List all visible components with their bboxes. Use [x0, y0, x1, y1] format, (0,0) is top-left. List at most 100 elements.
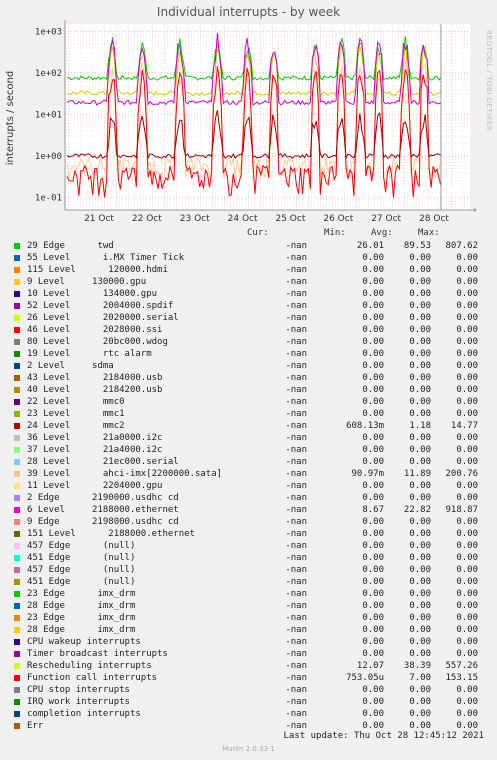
x-tick-label: 22 Oct	[132, 214, 162, 224]
legend-swatch	[14, 531, 20, 537]
legend-rows: 29 Edge twd -nan 26.01 89.53 807.62 55 Level …	[14, 240, 484, 732]
legend-max-value: 0.00	[456, 385, 478, 395]
legend-max-value: 0.00	[456, 313, 478, 323]
legend-row: 28 Edge imx_drm -nan 0.00 0.00 0.00	[14, 624, 484, 636]
legend-swatch	[14, 723, 20, 729]
legend-label: 46 Level 2028000.ssi	[27, 325, 163, 335]
legend-max-value: 0.00	[456, 265, 478, 275]
legend-swatch	[14, 483, 20, 489]
x-axis-arrow	[474, 208, 477, 212]
legend-max-value: 0.00	[456, 517, 478, 527]
legend-swatch	[14, 663, 20, 669]
legend-cur-value: -nan	[285, 349, 307, 359]
legend-cur-value: -nan	[285, 265, 307, 275]
legend-swatch	[14, 687, 20, 693]
legend-label: 2 Level sdma	[27, 361, 114, 371]
legend-max-value: 0.00	[456, 361, 478, 371]
legend-cur-value: -nan	[285, 613, 307, 623]
legend-row: 151 Level 2188000.ethernet -nan 0.00 0.00 0.…	[14, 528, 484, 540]
legend-cur-value: -nan	[285, 601, 307, 611]
legend-cur-value: -nan	[285, 325, 307, 335]
legend-max-value: 0.00	[456, 457, 478, 467]
legend-label: 39 Level ahci-imx[2200000.sata]	[27, 469, 223, 479]
legend-max-value: 0.00	[456, 529, 478, 539]
legend-swatch	[14, 291, 20, 297]
legend-row: 115 Level 120000.hdmi -nan 0.00 0.00 0.00	[14, 264, 484, 276]
legend-swatch	[14, 579, 20, 585]
legend-max-value: 0.00	[456, 541, 478, 551]
legend-cur-value: -nan	[285, 469, 307, 479]
legend-max-value: 0.00	[456, 577, 478, 587]
legend-row: 43 Level 2184000.usb -nan 0.00 0.00 0.00	[14, 372, 484, 384]
legend-swatch	[14, 603, 20, 609]
legend-cur-value: -nan	[285, 313, 307, 323]
last-update: Last update: Thu Oct 28 12:45:12 2021	[283, 731, 484, 741]
legend-cur-value: -nan	[285, 373, 307, 383]
legend-label: 36 Level 21a0000.i2c	[27, 433, 163, 443]
legend-row: 24 Level mmc2 -nan 608.13m 1.18 14.77	[14, 420, 484, 432]
legend-swatch	[14, 243, 20, 249]
legend-label: Timer broadcast interrupts	[27, 649, 168, 659]
legend-label: 37 Level 21a4000.i2c	[27, 445, 163, 455]
legend-cur-value: -nan	[285, 589, 307, 599]
legend-label: 28 Level 21ec000.serial	[27, 457, 179, 467]
legend-max-value: 0.00	[456, 373, 478, 383]
legend-row: 55 Level i.MX Timer Tick -nan 0.00 0.00 0.00	[14, 252, 484, 264]
legend-row: 23 Edge imx_drm -nan 0.00 0.00 0.00	[14, 588, 484, 600]
legend-label: completion interrupts	[27, 709, 141, 719]
legend-label: 29 Edge twd	[27, 241, 114, 251]
legend-row: CPU wakeup interrupts -nan 0.00 0.00 0.00	[14, 636, 484, 648]
legend-max-value: 0.00	[456, 445, 478, 455]
legend-max-value: 0.00	[456, 685, 478, 695]
legend-label: 23 Edge imx_drm	[27, 613, 136, 623]
legend-label: 40 Level 2184200.usb	[27, 385, 163, 395]
legend-row: 11 Level 2204000.gpu -nan 0.00 0.00 0.00	[14, 480, 484, 492]
legend-label: 451 Edge (null)	[27, 553, 136, 563]
legend-row: 46 Level 2028000.ssi -nan 0.00 0.00 0.00	[14, 324, 484, 336]
legend-row: 457 Edge (null) -nan 0.00 0.00 0.00	[14, 564, 484, 576]
legend-cur-value: -nan	[285, 277, 307, 287]
x-tick-label: 24 Oct	[228, 214, 258, 224]
legend-max-value: 0.00	[456, 601, 478, 611]
legend-max-value: 0.00	[456, 697, 478, 707]
x-tick-label: 23 Oct	[180, 214, 210, 224]
legend-max-value: 0.00	[456, 301, 478, 311]
legend-swatch	[14, 495, 20, 501]
legend-max-value: 0.00	[456, 481, 478, 491]
legend-max-value: 0.00	[456, 349, 478, 359]
legend-cur-value: -nan	[285, 697, 307, 707]
legend-label: 6 Level 2188000.ethernet	[27, 505, 179, 515]
legend-swatch	[14, 303, 20, 309]
legend-cur-value: -nan	[285, 505, 307, 515]
legend-label: 9 Edge 2198000.usdhc cd	[27, 517, 179, 527]
legend-row: 22 Level mmc0 -nan 0.00 0.00 0.00	[14, 396, 484, 408]
legend-cur-value: -nan	[285, 289, 307, 299]
legend-row: 28 Level 21ec000.serial -nan 0.00 0.00 0.00	[14, 456, 484, 468]
legend-cur-value: -nan	[285, 709, 307, 719]
legend-cur-value: -nan	[285, 553, 307, 563]
legend-max-value: 918.87	[445, 505, 478, 515]
legend-label: 19 Level rtc alarm	[27, 349, 152, 359]
legend-max-value: 0.00	[456, 589, 478, 599]
legend-row: 451 Edge (null) -nan 0.00 0.00 0.00	[14, 552, 484, 564]
legend-max-value: 0.00	[456, 253, 478, 263]
legend-row: CPU stop interrupts -nan 0.00 0.00 0.00	[14, 684, 484, 696]
legend-swatch	[14, 399, 20, 405]
legend-label: Function call interrupts	[27, 673, 158, 683]
y-axis-label: interrupts / second	[5, 71, 16, 165]
legend-swatch	[14, 447, 20, 453]
legend-swatch	[14, 555, 20, 561]
legend-swatch	[14, 459, 20, 465]
legend-row: 28 Edge imx_drm -nan 0.00 0.00 0.00	[14, 600, 484, 612]
legend-cur-value: -nan	[285, 301, 307, 311]
y-tick-label: 1e-01	[35, 193, 62, 203]
legend-max-value: 807.62	[445, 241, 478, 251]
legend-row: 37 Level 21a4000.i2c -nan 0.00 0.00 0.00	[14, 444, 484, 456]
legend-swatch	[14, 411, 20, 417]
legend-label: 457 Edge (null)	[27, 541, 136, 551]
x-tick-label: 27 Oct	[371, 214, 401, 224]
legend-cur-value: -nan	[285, 457, 307, 467]
legend-label: Rescheduling interrupts	[27, 661, 152, 671]
x-tick-label: 28 Oct	[419, 214, 449, 224]
x-tick-label: 21 Oct	[84, 214, 114, 224]
